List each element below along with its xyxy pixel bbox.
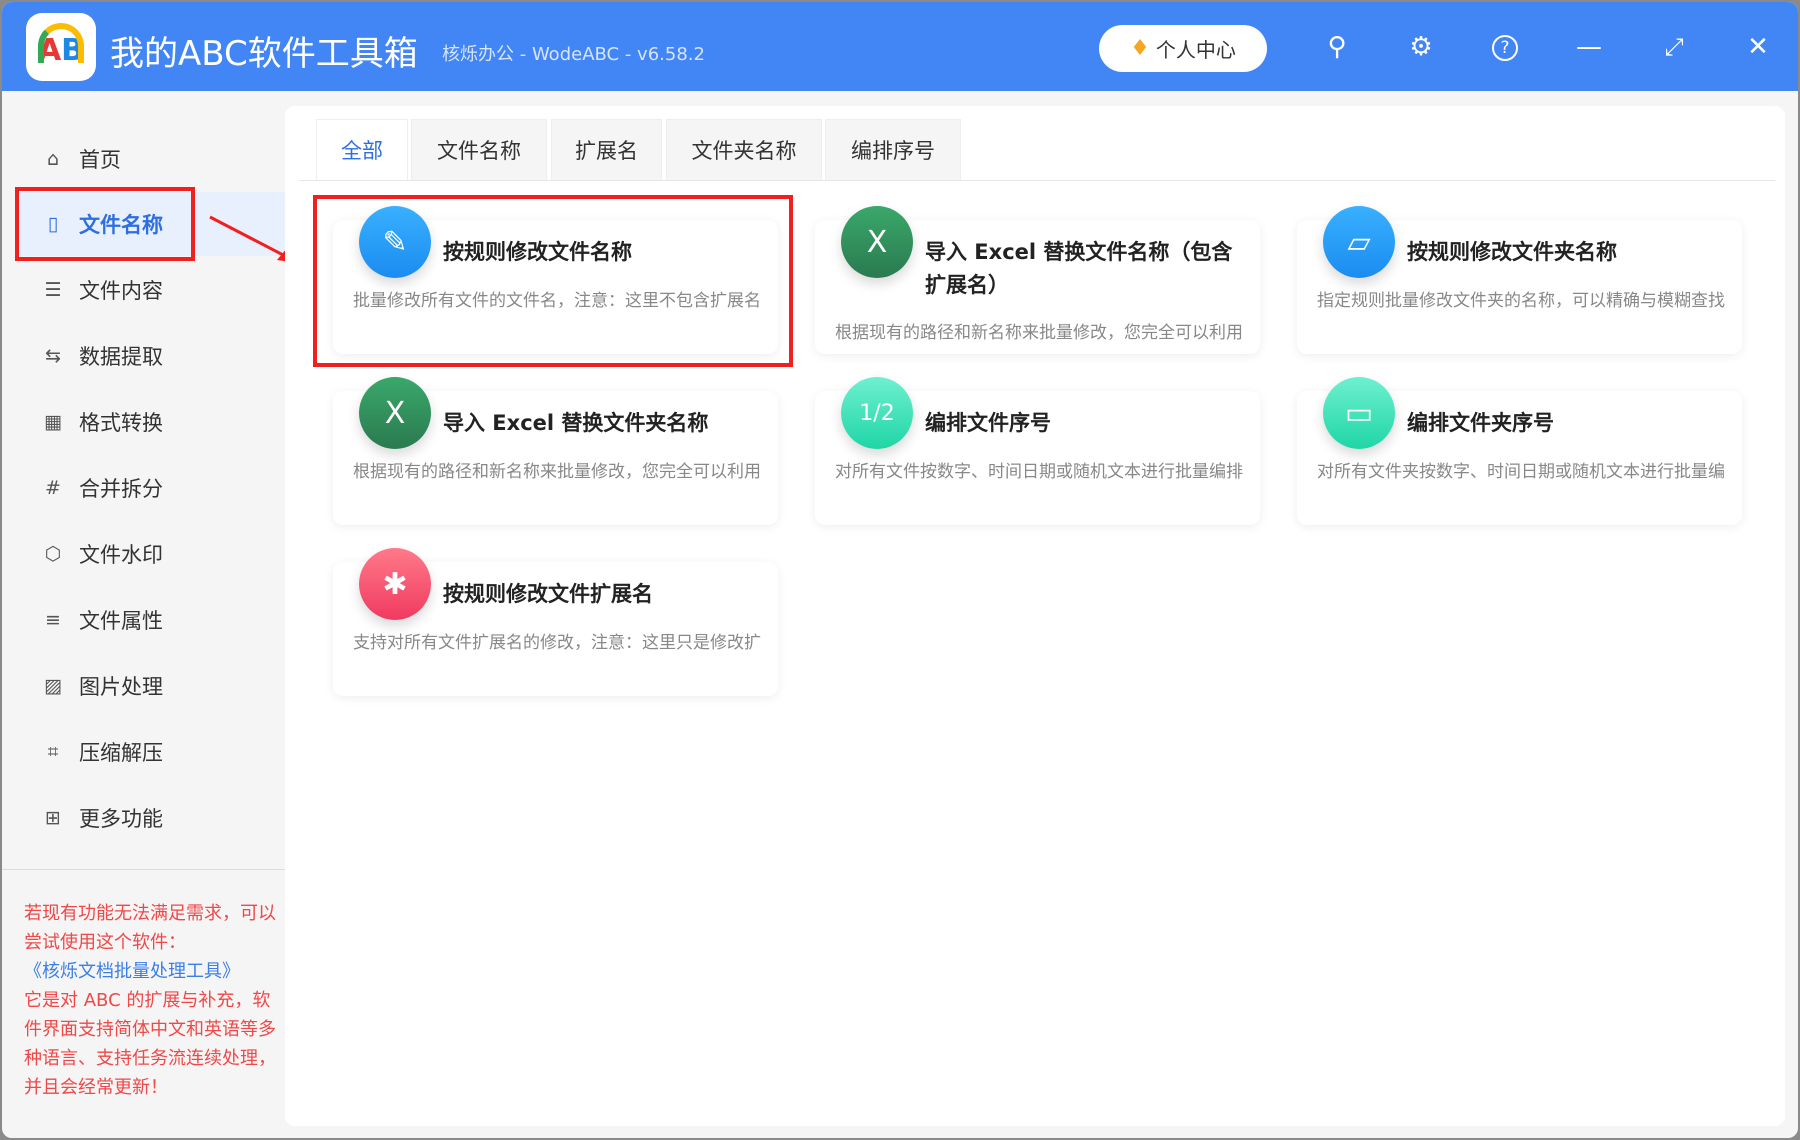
sidebar-item-label: 文件属性 [79,609,163,633]
sidebar-item-label: 更多功能 [79,807,163,831]
search-icon[interactable]: ⚲ [1320,30,1354,64]
sidebar-item-image[interactable]: ▨ 图片处理 [17,654,285,718]
card-number-files[interactable]: 1/2 编排文件序号对所有文件按数字、时间日期或随机文本进行批量编排 [815,377,1260,525]
home-icon: ⌂ [46,148,60,170]
shield-icon: ⬡ [44,543,62,565]
sidebar-item-format-convert[interactable]: ▦ 格式转换 [17,390,285,454]
card-excel-rename-folders[interactable]: X 导入 Excel 替换文件夹名称根据现有的路径和新名称来批量修改，您完全可以利… [333,377,778,525]
card-title: 导入 Excel 替换文件夹名称 [443,411,709,435]
card-rename-extension[interactable]: ✱ 按规则修改文件扩展名支持对所有文件扩展名的修改，注意：这里只是修改扩展名 [333,548,778,696]
promo-line1: 若现有功能无法满足需求，可以尝试使用这个软件： [24,903,276,953]
excel-icon: X [359,377,431,449]
sidebar-item-watermark[interactable]: ⬡ 文件水印 [17,522,285,586]
sidebar-item-more[interactable]: ⊞ 更多功能 [17,786,285,850]
edit-folder-icon: ▱ [1323,206,1395,278]
tab-file-name[interactable]: 文件名称 [411,119,547,180]
personal-center-button[interactable]: ♦ 个人中心 [1099,25,1267,72]
card-excel-rename-files[interactable]: X 导入 Excel 替换文件名称（包含扩展名） 根据现有的路径和新名称来批量修改，… [815,206,1260,354]
sidebar-item-label: 首页 [79,148,121,172]
sidebar-divider [2,869,285,870]
convert-icon: ▦ [44,411,62,433]
tab-numbering[interactable]: 编排序号 [825,119,961,180]
sidebar-item-label: 文件水印 [79,543,163,567]
card-desc: 对所有文件按数字、时间日期或随机文本进行批量编排 [835,462,1243,482]
main-panel: 全部 文件名称 扩展名 文件夹名称 编排序号 ✎ 按规则修改文件名称 批量修改所有文… [285,106,1785,1126]
excel-icon: X [841,206,913,278]
promo-link[interactable]: 《核烁文档批量处理工具》 [24,957,279,986]
app-window: AB 我的ABC软件工具箱 核烁办公 - WodeABC - v6.58.2 ♦… [2,2,1798,1138]
help-icon[interactable]: ? [1488,30,1522,64]
promo-line2: 它是对 ABC 的扩展与补充，软件界面支持简体中文和英语等多种语言、支持任务流连… [24,990,276,1098]
close-icon[interactable]: ✕ [1741,30,1775,64]
properties-icon: ≡ [45,609,61,631]
tab-all[interactable]: 全部 [316,119,408,180]
highlight-box [313,195,793,367]
tab-extension[interactable]: 扩展名 [551,119,662,180]
card-title: 导入 Excel 替换文件名称（包含扩展名） [925,240,1233,297]
list-icon: ☰ [44,279,62,301]
sidebar-item-compress[interactable]: ⌗ 压缩解压 [17,720,285,784]
card-desc: 根据现有的路径和新名称来批量修改，您完全可以利用Excel [835,323,1243,343]
sidebar-item-label: 文件内容 [79,279,163,303]
clipboard-number-icon: 1/2 [841,377,913,449]
maximize-icon[interactable]: ⤢ [1657,30,1691,64]
highlight-box [15,187,195,261]
personal-center-label: 个人中心 [1155,38,1236,62]
card-desc: 根据现有的路径和新名称来批量修改，您完全可以利用Excel [353,462,761,482]
sidebar-item-label: 压缩解压 [79,741,163,765]
sidebar-item-label: 合并拆分 [79,477,163,501]
minimize-icon[interactable]: — [1572,30,1606,64]
title-bar: AB 我的ABC软件工具箱 核烁办公 - WodeABC - v6.58.2 ♦… [2,2,1798,91]
card-desc: 支持对所有文件扩展名的修改，注意：这里只是修改扩展名 [353,633,761,653]
sidebar-item-label: 图片处理 [79,675,163,699]
sidebar-item-home[interactable]: ⌂ 首页 [17,127,285,191]
grid-icon: ⊞ [45,807,61,829]
image-icon: ▨ [44,675,62,697]
folder-number-icon: ▭ [1323,377,1395,449]
card-title: 编排文件夹序号 [1407,411,1554,435]
sidebar-item-label: 数据提取 [79,345,163,369]
sidebar-item-data-extract[interactable]: ⇆ 数据提取 [17,324,285,388]
card-desc: 对所有文件夹按数字、时间日期或随机文本进行批量编排 [1317,462,1725,482]
promo-text: 若现有功能无法满足需求，可以尝试使用这个软件： 《核烁文档批量处理工具》 它是对… [24,899,279,1102]
card-rename-folders-by-rule[interactable]: ▱ 按规则修改文件夹名称指定规则批量修改文件夹的名称，可以精确与模糊查找 [1297,206,1742,354]
card-title: 编排文件序号 [925,411,1051,435]
app-title: 我的ABC软件工具箱 [110,34,418,74]
extract-icon: ⇆ [45,345,61,367]
tab-folder-name[interactable]: 文件夹名称 [666,119,822,180]
card-title: 按规则修改文件夹名称 [1407,240,1617,264]
card-number-folders[interactable]: ▭ 编排文件夹序号对所有文件夹按数字、时间日期或随机文本进行批量编排 [1297,377,1742,525]
sidebar-item-file-properties[interactable]: ≡ 文件属性 [17,588,285,652]
diamond-icon: ♦ [1130,36,1150,61]
sidebar-item-label: 格式转换 [79,411,163,435]
card-desc: 指定规则批量修改文件夹的名称，可以精确与模糊查找 [1317,291,1725,311]
app-logo: AB [26,13,96,81]
card-title: 按规则修改文件扩展名 [443,582,653,606]
compress-icon: ⌗ [47,741,59,763]
app-subtitle: 核烁办公 - WodeABC - v6.58.2 [442,44,705,65]
sidebar-item-merge-split[interactable]: # 合并拆分 [17,456,285,520]
tab-bar: 全部 文件名称 扩展名 文件夹名称 编排序号 [299,119,1775,181]
puzzle-icon: ✱ [359,548,431,620]
gear-icon[interactable]: ⚙ [1404,30,1438,64]
hash-icon: # [45,477,61,499]
